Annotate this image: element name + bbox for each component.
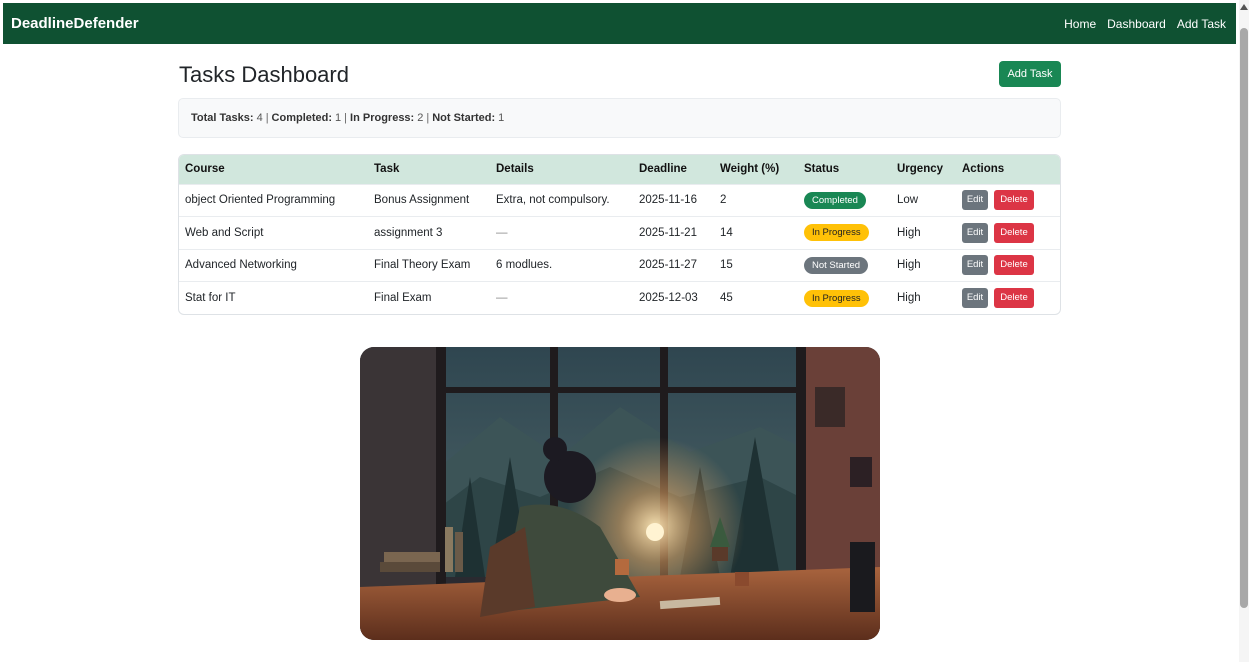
cell-weight: 15 <box>714 248 798 282</box>
cell-task: Final Theory Exam <box>368 248 490 282</box>
page-title: Tasks Dashboard <box>179 62 349 87</box>
brand-logo[interactable]: DeadlineDefender <box>11 15 139 32</box>
status-badge: Not Started <box>804 256 869 274</box>
cell-urgency: High <box>891 216 956 249</box>
summary-separator: | <box>344 112 348 124</box>
summary-in-progress-label: In Progress: <box>350 112 415 124</box>
column-header-task: Task <box>374 163 400 176</box>
column-header-details: Details <box>496 163 534 176</box>
column-header-status: Status <box>804 163 840 176</box>
edit-button[interactable]: Edit <box>962 190 988 211</box>
cell-status: In Progress <box>798 216 891 249</box>
nav-link-home[interactable]: Home <box>1064 17 1096 31</box>
column-header-weight: Weight (%) <box>720 163 780 176</box>
cell-deadline: 2025-11-16 <box>633 183 714 217</box>
add-task-button[interactable]: Add Task <box>999 61 1061 87</box>
cell-actions: Edit Delete <box>956 216 1060 249</box>
table-row: Web and Script assignment 3 — 2025-11-21… <box>179 216 1060 249</box>
table-row: Stat for IT Final Exam — 2025-12-03 45 I… <box>179 281 1060 314</box>
edit-button[interactable]: Edit <box>962 288 988 308</box>
cell-task: Final Exam <box>368 281 490 314</box>
summary-not-started-label: Not Started: <box>432 112 496 124</box>
page-scrollbar[interactable] <box>1239 0 1249 662</box>
status-badge: In Progress <box>804 224 869 242</box>
nav-link-dashboard[interactable]: Dashboard <box>1107 17 1166 31</box>
cell-deadline: 2025-12-03 <box>633 281 714 314</box>
summary-completed-label: Completed: <box>271 112 333 124</box>
illustration-svg <box>360 347 880 640</box>
cell-details: — <box>490 281 633 314</box>
summary-total-label: Total Tasks: <box>191 112 254 124</box>
tasks-table: Course Task Details Deadline Weight (%) … <box>179 155 1060 314</box>
cell-course: Web and Script <box>179 216 368 249</box>
summary-completed-value: 1 <box>335 112 342 124</box>
column-header-course: Course <box>185 163 225 176</box>
cell-urgency: High <box>891 248 956 282</box>
column-header-deadline: Deadline <box>639 163 687 176</box>
cell-status: Not Started <box>798 248 891 282</box>
cell-actions: Edit Delete <box>956 183 1060 217</box>
status-badge: Completed <box>804 191 866 209</box>
navbar: DeadlineDefender Home Dashboard Add Task <box>3 3 1236 44</box>
cell-weight: 14 <box>714 216 798 249</box>
summary-separator: | <box>426 112 430 124</box>
cell-weight: 45 <box>714 281 798 314</box>
status-badge: In Progress <box>804 289 869 307</box>
delete-button[interactable]: Delete <box>994 190 1034 211</box>
column-header-urgency: Urgency <box>897 163 944 176</box>
cell-course: Advanced Networking <box>179 248 368 282</box>
summary-total-value: 4 <box>256 112 263 124</box>
delete-button[interactable]: Delete <box>994 288 1034 308</box>
summary-separator: | <box>265 112 269 124</box>
delete-button[interactable]: Delete <box>994 255 1034 276</box>
cell-details: 6 modlues. <box>490 248 633 282</box>
cell-weight: 2 <box>714 183 798 217</box>
cell-actions: Edit Delete <box>956 248 1060 282</box>
scroll-up-arrow-icon[interactable] <box>1240 4 1248 10</box>
cell-details: Extra, not compulsory. <box>490 183 633 217</box>
nav-link-add-task[interactable]: Add Task <box>1177 17 1226 31</box>
cell-course: object Oriented Programming <box>179 183 368 217</box>
nav-links: Home Dashboard Add Task <box>1064 17 1226 31</box>
table-header-row: Course Task Details Deadline Weight (%) … <box>179 155 1060 184</box>
cell-deadline: 2025-11-21 <box>633 216 714 249</box>
edit-button[interactable]: Edit <box>962 255 988 276</box>
cell-details: — <box>490 216 633 249</box>
edit-button[interactable]: Edit <box>962 222 988 243</box>
summary-not-started-value: 1 <box>498 112 505 124</box>
header-row: Tasks Dashboard Add Task <box>178 44 1061 98</box>
study-illustration-image <box>360 347 880 640</box>
cell-urgency: Low <box>891 183 956 217</box>
summary-in-progress-value: 2 <box>417 112 424 124</box>
delete-button[interactable]: Delete <box>994 222 1034 243</box>
cell-task: assignment 3 <box>368 216 490 249</box>
column-header-actions: Actions <box>962 163 1005 176</box>
cell-task: Bonus Assignment <box>368 183 490 217</box>
cell-urgency: High <box>891 281 956 314</box>
scroll-thumb[interactable] <box>1240 28 1248 608</box>
main-container: Tasks Dashboard Add Task Total Tasks: 4 … <box>178 44 1061 315</box>
cell-actions: Edit Delete <box>956 281 1060 314</box>
cell-status: In Progress <box>798 281 891 314</box>
table-row: object Oriented Programming Bonus Assign… <box>179 183 1060 217</box>
table-row: Advanced Networking Final Theory Exam 6 … <box>179 248 1060 282</box>
cell-course: Stat for IT <box>179 281 368 314</box>
cell-deadline: 2025-11-27 <box>633 248 714 282</box>
cell-status: Completed <box>798 183 891 217</box>
summary-card: Total Tasks: 4 | Completed: 1 | In Progr… <box>178 98 1061 138</box>
tasks-table-wrapper: Course Task Details Deadline Weight (%) … <box>178 154 1061 315</box>
